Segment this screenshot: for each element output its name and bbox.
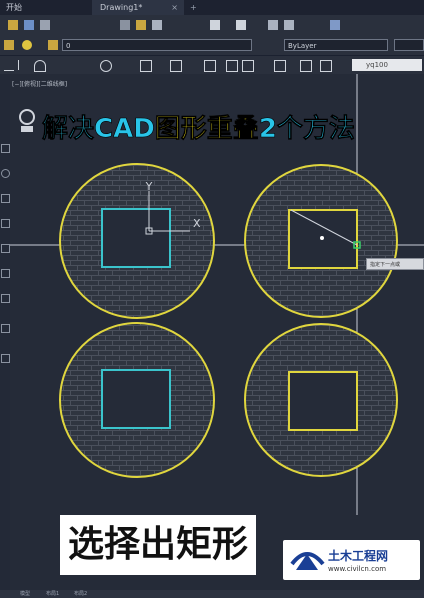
tooltip-text: 指定下一点或: [370, 262, 401, 268]
video-title: 解决CAD图形重叠2个方法: [42, 113, 355, 144]
tab-layout1[interactable]: 布局1: [46, 590, 59, 598]
rectangle-bottom-right: [288, 371, 358, 431]
layout-tab-bar: 模型 布局1 布局2: [0, 590, 424, 598]
watermark-url: www.civilcn.com: [328, 565, 387, 573]
title-part-1: 解决CAD: [42, 114, 155, 144]
title-part-2: 图形重叠: [155, 114, 259, 144]
tab-layout2[interactable]: 布局2: [74, 590, 87, 598]
rectangle-top-left: [101, 208, 171, 268]
video-caption: 选择出矩形: [60, 515, 257, 575]
cursor-point: [320, 236, 324, 240]
rectangle-bottom-left: [101, 369, 171, 429]
title-part-3: 2个方法: [259, 113, 355, 144]
watermark-brand: 土木工程网: [328, 549, 389, 563]
caption-text: 选择出矩形: [68, 524, 249, 565]
watermark-logo-icon: [290, 552, 325, 570]
tab-model[interactable]: 模型: [20, 590, 30, 598]
drawing-area: Y X 解决CAD图形重叠2个方法: [10, 74, 424, 515]
dynamic-input-tooltip: 指定下一点或: [366, 258, 424, 270]
title-icon: [19, 109, 35, 132]
ucs-x-label: X: [193, 217, 201, 230]
ucs-y-label: Y: [145, 180, 153, 193]
